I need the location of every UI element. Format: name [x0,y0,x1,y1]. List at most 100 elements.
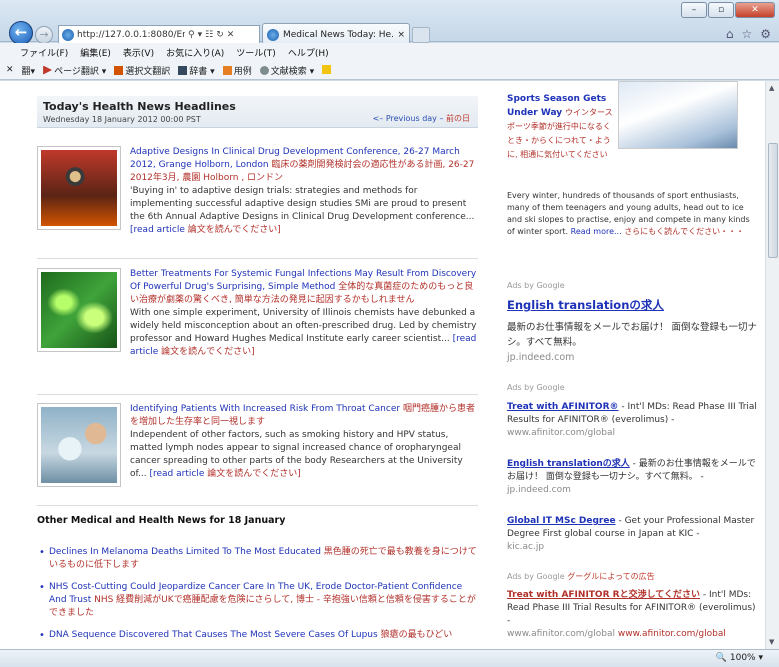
news-link[interactable]: DNA Sequence Discovered That Causes The … [49,630,378,640]
article-title[interactable]: Identifying Patients With Increased Risk… [130,404,400,414]
patient-doctor-image[interactable] [37,403,121,487]
previous-day-label: <– Previous day – [372,114,444,123]
literature-search-button[interactable]: 文献検索 ▾ [259,64,315,77]
tab-close-icon[interactable]: × [397,30,405,40]
news-link-jp[interactable]: NHS 経費削減がUKで癌腫配慮を危険にさらして, 博士 - 辛抱強い信頼と信頼… [49,595,476,618]
vertical-scrollbar[interactable]: ▲ ▼ [765,81,779,649]
sports-link[interactable]: Under Way [507,108,562,118]
menu-help[interactable]: ヘルプ(H) [288,46,329,59]
menu-favorites[interactable]: お気に入り(A) [166,46,224,59]
translate-icon [114,65,124,75]
compat-view-icon[interactable]: ☷ [205,30,213,40]
zoom-control[interactable]: 🔍 100% ▾ [716,653,763,663]
ads-label: Ads by Google [507,383,565,392]
news-link[interactable]: Declines In Melanoma Deaths Limited To T… [49,547,321,557]
maximize-button[interactable]: ▫ [708,2,734,18]
scrollbar-thumb[interactable] [768,143,778,258]
search-icon[interactable]: ⚲ [188,30,195,40]
refresh-icon[interactable]: ↻ [216,30,224,40]
ad-description: 最新のお仕事情報をメールでお届け！ 面倒な登録も一切ナシ。すべて無料。 [507,322,758,348]
gear-icon[interactable]: ⚙ [760,27,771,41]
ie-page-icon [62,29,74,41]
ad-url-jp[interactable]: www.afinitor.com/global [618,629,726,639]
new-tab-button[interactable] [412,27,430,43]
home-icon[interactable]: ⌂ [726,27,734,41]
previous-day-jp: 前の日 [446,114,470,123]
list-item[interactable]: • DNA Sequence Discovered That Causes Th… [37,629,482,644]
menu-view[interactable]: 表示(V) [123,46,154,59]
ad-url[interactable]: www.afinitor.com/global [507,428,615,438]
tab-medical-news[interactable]: Medical News Today: He... × [262,23,410,45]
ad-block[interactable]: Treat with AFINITOR Rと交渉してください - Int'l M… [507,589,759,647]
selection-translate-button[interactable]: 選択文翻訳 [114,64,170,77]
read-more-link[interactable]: Read more... [571,227,622,236]
news-link-jp[interactable]: 狼瘡の最もひどい [381,630,453,640]
address-bar[interactable]: http://127.0.0.1:8080/Eng ⚲ ▾ ☷ ↻ ✕ [58,25,260,45]
ad-block[interactable]: English translationの求人 - 最新のお仕事情報をメールでお届… [507,458,759,497]
ad-block[interactable]: English translationの求人 [507,297,759,313]
menu-file[interactable]: ファイル(F) [20,46,68,59]
ad-title-link[interactable]: Global IT MSc Degree [507,516,616,526]
previous-day-link[interactable]: <– Previous day – 前の日 [373,113,470,124]
favorites-star-icon[interactable]: ☆ [741,27,752,41]
minimize-button[interactable]: – [681,2,707,18]
fungal-cells-image[interactable] [37,268,121,352]
tab-title: Medical News Today: He... [283,29,394,40]
ad-title-link[interactable]: Treat with AFINITOR® [507,402,619,412]
read-article-link[interactable]: [read article [149,469,204,479]
read-article-jp[interactable]: 論文を読んでください] [207,469,301,479]
note-icon [322,64,332,74]
ad-url[interactable]: kic.ac.jp [507,542,544,552]
list-item[interactable]: • NHS Cost-Cutting Could Jeopardize Canc… [37,581,482,621]
menu-edit[interactable]: 編集(E) [80,46,111,59]
sports-link-top[interactable]: Sports Season Gets [507,94,606,104]
page-title: Today's Health News Headlines [43,100,236,113]
read-article-link[interactable]: [read article [130,225,185,235]
scroll-up-icon[interactable]: ▲ [769,84,774,92]
divider [37,505,478,506]
book-icon [178,65,188,75]
stop-icon[interactable]: ✕ [227,30,235,40]
ad-url[interactable]: jp.indeed.com [507,352,574,363]
ad-title-link[interactable]: English translationの求人 [507,459,630,469]
ads-label: Ads by Google [507,281,565,290]
list-item[interactable]: • Declines In Melanoma Deaths Limited To… [37,546,482,572]
microphone-image[interactable] [37,146,121,230]
divider [37,394,478,395]
read-article-jp[interactable]: 論文を読んでください] [188,225,281,235]
scroll-down-icon[interactable]: ▼ [769,638,774,646]
sports-teaser: Sports Season Gets Under Way ウインタースポーツ季節… [507,93,615,175]
examples-button[interactable]: 用例 [222,64,252,77]
forward-button[interactable]: → [35,26,53,44]
tab-favicon-icon [267,28,279,41]
window-controls: – ▫ ✕ [680,2,775,18]
selection-translate-label: 選択文翻訳 [125,66,171,77]
menu-tools[interactable]: ツール(T) [236,46,276,59]
close-button[interactable]: ✕ [735,2,775,18]
ad-url[interactable]: jp.indeed.com [507,485,571,495]
skier-image[interactable] [618,81,738,149]
read-more-jp[interactable]: さらにもく読んでください・・・ [624,227,744,236]
divider [37,258,478,259]
zoom-level: 100% [729,653,756,663]
toolbar-close-icon[interactable]: ✕ [6,65,14,75]
ad-block[interactable]: Global IT MSc Degree - Get your Professi… [507,515,759,554]
article-summary: 'Buying in' to adaptive design trials: s… [130,186,475,222]
read-article-jp[interactable]: 論文を読んでください] [161,347,255,357]
ad-block[interactable]: Treat with AFINITOR® - Int'l MDs: Read P… [507,401,759,440]
toolbar-translate-menu[interactable]: 翻▾ [22,64,36,77]
ad-url[interactable]: www.afinitor.com/global [507,629,615,639]
ads-label-jp: グーグルによっての広告 [567,572,655,581]
url-text[interactable]: http://127.0.0.1:8080/Eng [77,30,185,40]
dropdown-icon[interactable]: ▾ [198,30,203,40]
ad-title-link[interactable]: English translationの求人 [507,298,664,312]
page-translate-button[interactable]: ページ翻訳 ▾ [43,64,106,77]
ad-title-link[interactable]: Treat with AFINITOR Rと交渉してください [507,590,700,600]
back-button[interactable]: ← [9,21,33,45]
article-3: Identifying Patients With Increased Risk… [37,403,482,503]
dictionary-label: 辞書 ▾ [189,66,215,77]
toolbar-extra-icon[interactable] [322,64,333,76]
dictionary-button[interactable]: 辞書 ▾ [178,64,215,77]
zoom-icon: 🔍 [715,653,727,663]
literature-label: 文献検索 ▾ [270,66,315,77]
